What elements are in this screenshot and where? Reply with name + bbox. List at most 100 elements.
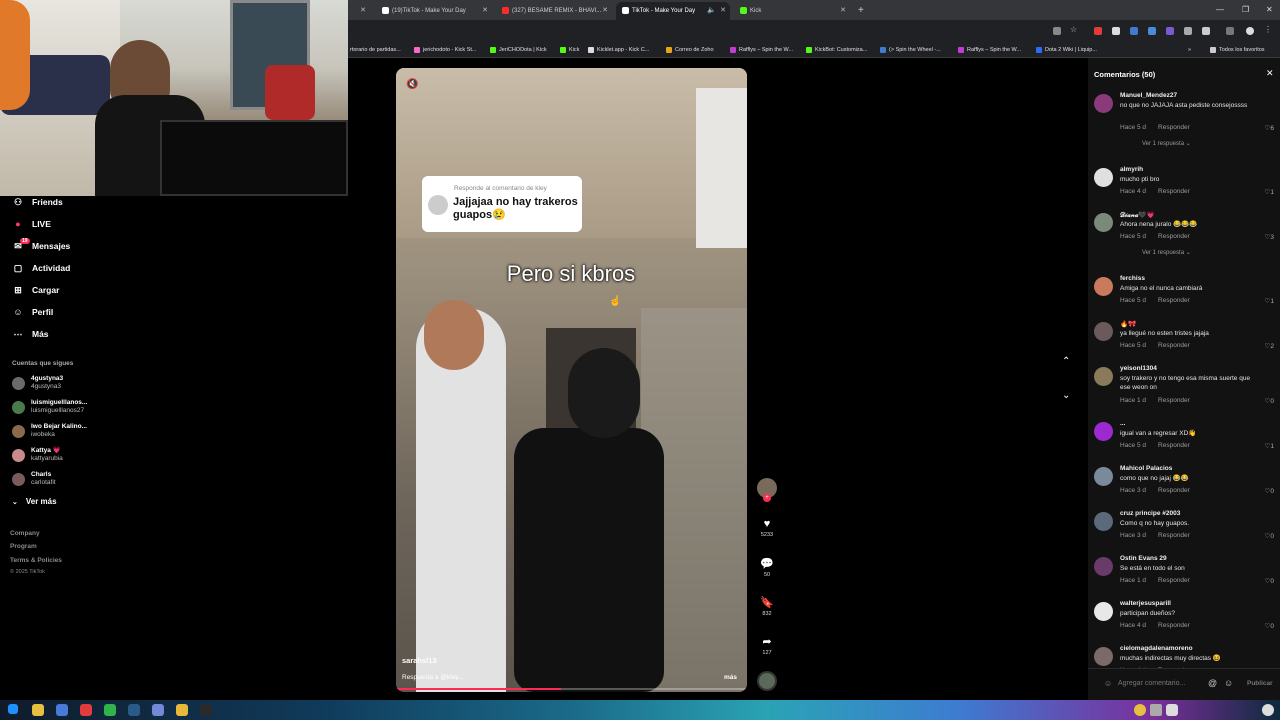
avatar[interactable] [1246,27,1254,35]
mention-icon[interactable]: @ [1208,678,1217,688]
obs-icon[interactable] [200,704,212,716]
footer-company-link[interactable]: Company [10,530,40,537]
comment-like-button[interactable]: ♡0 [1265,532,1274,540]
bookmark-item[interactable]: Kicklet.app - Kick C... [588,42,649,58]
reply-button[interactable]: Responder [1158,124,1190,131]
extension-icon[interactable] [1112,27,1120,35]
comment-like-button[interactable]: ♡0 [1265,622,1274,630]
avatar[interactable] [1094,213,1113,232]
comment-like-button[interactable]: ♡6 [1265,124,1274,132]
bookmark-item[interactable]: (> Spin the Wheel -... [880,42,941,58]
extension-icon[interactable] [1166,27,1174,35]
steam-icon[interactable] [128,704,140,716]
tray-icon[interactable] [1150,704,1162,716]
reply-button[interactable]: Responder [1158,532,1190,539]
emoji-icon[interactable]: ☺ [1224,678,1233,688]
comment-like-button[interactable]: ♡0 [1265,577,1274,585]
discord-icon[interactable] [152,704,164,716]
reply-button[interactable]: Responder [1158,297,1190,304]
sidebar-item-friends[interactable]: ⚇ Friends [12,197,63,208]
bookmark-item[interactable]: Dota 2 Wiki | Liquip... [1036,42,1097,58]
file-explorer-icon[interactable] [32,704,44,716]
bookmark-item[interactable]: KickBot: Customiza... [806,42,867,58]
bookmark-item[interactable]: JeriCHODota | Kick [490,42,547,58]
comment-username[interactable]: 𝒟𝒾𝒶𝓃𝒶🖤💗 [1120,211,1155,220]
sidebar-item-live[interactable]: ● LIVE [12,219,51,229]
comment-like-button[interactable]: ♡0 [1265,397,1274,405]
maximize-icon[interactable]: ❐ [1242,0,1249,20]
avatar[interactable] [1094,467,1113,486]
comment-like-button[interactable]: ♡2 [1265,342,1274,350]
avatar[interactable] [1094,422,1113,441]
see-more-button[interactable]: ⌄ Ver más [12,497,57,506]
comment-like-button[interactable]: ♡1 [1265,188,1274,196]
new-tab-button[interactable]: + [852,2,868,20]
cast-icon[interactable] [1053,27,1061,35]
footer-program-link[interactable]: Program [10,543,37,550]
notification-icon[interactable] [1262,704,1274,716]
bookmark-item[interactable]: Kick [560,42,579,58]
reply-button[interactable]: Responder [1158,577,1190,584]
bookmark-item[interactable]: Correo de Zoho [666,42,714,58]
sidebar-item-profile[interactable]: ☺ Perfil [12,307,53,317]
comment-username[interactable]: Ostin Evans 29 [1120,555,1167,562]
comment-username[interactable]: Mahicol Palacios [1120,465,1172,472]
sidebar-item-activity[interactable]: ▢ Actividad [12,263,71,274]
browser-tab-partial[interactable]: ✕ [348,2,370,20]
footer-terms-link[interactable]: Terms & Policies [10,557,62,564]
app-blue-icon[interactable] [56,704,68,716]
caption-more-link[interactable]: más [724,674,737,681]
comment-username[interactable]: cielomagdalenamoreno [1120,645,1193,652]
video-progress-track[interactable] [396,688,747,690]
comment-like-button[interactable]: ♡0 [1265,487,1274,495]
extension-icon[interactable] [1148,27,1156,35]
comment-username[interactable]: ferchiss [1120,275,1145,282]
sticker-icon[interactable]: ☺ [1104,679,1112,688]
creator-avatar[interactable]: + [757,478,777,502]
bookmark-star-icon[interactable]: ☆ [1070,25,1078,34]
reply-button[interactable]: Responder [1158,487,1190,494]
kebab-menu-icon[interactable]: ⋮ [1264,25,1272,34]
tray-icon[interactable] [1134,704,1146,716]
all-bookmarks-folder[interactable]: Todos los favoritos [1210,42,1265,58]
comment-username[interactable]: cruz principe #2003 [1120,510,1180,517]
follow-plus-icon[interactable]: + [763,494,771,502]
windows-start-icon[interactable] [8,704,18,714]
extension-icon[interactable] [1130,27,1138,35]
close-icon[interactable]: ✕ [360,2,366,20]
close-icon[interactable]: ✕ [602,2,608,20]
avatar[interactable] [1094,277,1113,296]
comment-username[interactable]: yeisonl1304 [1120,365,1157,372]
like-button[interactable]: ♥ 5233 [757,518,777,538]
avatar[interactable] [1094,168,1113,187]
comment-username[interactable]: ... [1120,420,1125,427]
avatar[interactable] [1094,602,1113,621]
close-icon[interactable]: ✕ [840,2,846,20]
reply-button[interactable]: Responder [1158,188,1190,195]
share-button[interactable]: ➦ 127 [757,635,777,656]
bookmarks-overflow-icon[interactable]: » [1188,42,1191,58]
sidebar-item-upload[interactable]: ⊞ Cargar [12,285,59,296]
window-close-icon[interactable]: ✕ [1266,0,1273,20]
extension-icon[interactable] [1184,27,1192,35]
previous-video-button[interactable]: ⌃ [1062,356,1070,367]
browser-tab[interactable]: (327) BESAME REMIX - BHAVI... ✕ [496,2,612,20]
sidebar-item-more[interactable]: ⋯ Más [12,329,49,340]
reply-button[interactable]: Responder [1158,442,1190,449]
bookmark-item[interactable]: jerichodoto - Kick St... [414,42,477,58]
comment-like-button[interactable]: ♡1 [1265,297,1274,305]
browser-tab[interactable]: (19)TikTok - Make Your Day ✕ [376,2,492,20]
mute-icon[interactable]: 🔇 [406,79,418,90]
comment-username[interactable]: almyrih [1120,166,1143,173]
reply-button[interactable]: Responder [1158,622,1190,629]
avatar[interactable] [1094,557,1113,576]
avatar[interactable] [1094,367,1113,386]
comment-like-button[interactable]: ♡3 [1265,233,1274,241]
minimize-icon[interactable]: — [1216,0,1224,20]
publish-button[interactable]: Publicar [1247,680,1273,687]
reply-button[interactable]: Responder [1158,397,1190,404]
reply-button[interactable]: Responder [1158,342,1190,349]
mute-icon[interactable]: 🔈 [707,2,716,20]
next-video-button[interactable]: ⌄ [1062,390,1070,401]
comment-input[interactable]: Agregar comentario... [1118,680,1185,687]
